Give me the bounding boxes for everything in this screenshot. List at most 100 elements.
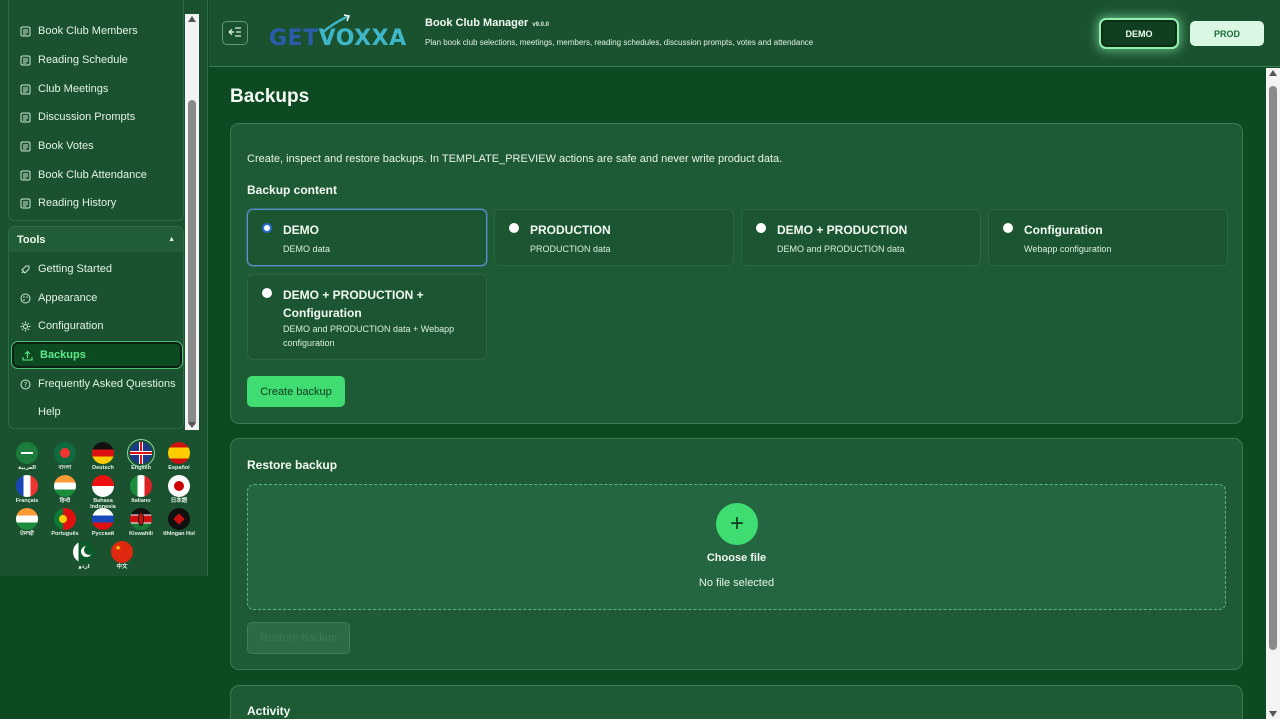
radio-unselected[interactable] [262, 288, 272, 298]
app-title: Book Club Manager v9.0.0 [425, 17, 549, 29]
sidebar-item-book-club-members[interactable]: Book Club Members [19, 20, 138, 42]
restore-heading: Restore backup [247, 458, 338, 472]
radio-unselected[interactable] [1003, 223, 1013, 233]
app-version: v9.0.0 [532, 22, 549, 28]
language-id[interactable]: Bahasa Indonesia [85, 475, 121, 510]
scrollbar-thumb[interactable] [1269, 86, 1277, 650]
italy-flag-icon [130, 475, 152, 497]
sidebar-scrollbar[interactable] [185, 14, 199, 430]
language-ru[interactable]: Русский [85, 508, 121, 537]
sidebar-item-label: Help [38, 406, 61, 418]
sidebar-item-label: Reading Schedule [38, 54, 128, 66]
option-demo[interactable]: DEMO DEMO data [247, 209, 487, 266]
sidebar-item-label: Reading History [38, 197, 117, 209]
scroll-up-arrow-icon[interactable] [1269, 70, 1277, 76]
restore-backup-button[interactable]: Restore backup [247, 622, 350, 654]
language-ar[interactable]: العربية [9, 442, 45, 471]
app-subtitle: Plan book club selections, meetings, mem… [425, 38, 814, 47]
language-es[interactable]: Español [161, 442, 197, 471]
document-icon [19, 111, 31, 123]
option-demo-production-configuration[interactable]: DEMO + PRODUCTION + Configuration DEMO a… [247, 274, 487, 360]
tools-title: Tools [17, 233, 46, 246]
sidebar-item-label: Appearance [38, 292, 98, 304]
rocket-icon [19, 263, 31, 275]
sidebar-item-faq[interactable]: ? Frequently Asked Questions [19, 373, 176, 395]
document-icon [19, 83, 31, 95]
portugal-flag-icon [54, 508, 76, 530]
language-zh[interactable]: ★ 中文 [104, 541, 140, 570]
option-label: PRODUCTION [530, 223, 611, 237]
radio-selected[interactable] [262, 223, 272, 233]
language-en[interactable]: English [123, 439, 159, 471]
sidebar-item-club-meetings[interactable]: Club Meetings [19, 78, 108, 100]
option-desc: Webapp configuration [1024, 244, 1112, 254]
sidebar-item-configuration[interactable]: Configuration [19, 315, 103, 337]
scroll-down-arrow-icon[interactable] [188, 422, 196, 428]
sidebar-item-getting-started[interactable]: Getting Started [19, 258, 112, 280]
language-pa[interactable]: ਪੰਜਾਬੀ [9, 508, 45, 537]
language-fr[interactable]: Français [9, 475, 45, 504]
klingon-emblem-icon [168, 508, 190, 530]
language-ja[interactable]: 日本語 [161, 475, 197, 504]
radio-unselected[interactable] [509, 223, 519, 233]
page-title: Backups [230, 86, 310, 107]
option-label: DEMO + PRODUCTION + Configuration [283, 288, 424, 320]
activity-heading: Activity [247, 704, 291, 718]
sidebar-item-label: Getting Started [38, 263, 112, 275]
document-icon [19, 25, 31, 37]
document-icon [19, 197, 31, 209]
file-dropzone[interactable]: + Choose file No file selected [247, 484, 1226, 610]
main-content: Backups Create, inspect and restore back… [209, 68, 1266, 719]
env-demo-button[interactable]: DEMO [1099, 18, 1179, 49]
option-demo-production[interactable]: DEMO + PRODUCTION DEMO and PRODUCTION da… [741, 209, 981, 266]
svg-text:?: ? [23, 381, 27, 389]
scroll-up-arrow-icon[interactable] [188, 16, 196, 22]
scroll-down-arrow-icon[interactable] [1269, 711, 1277, 717]
sidebar-item-discussion-prompts[interactable]: Discussion Prompts [19, 106, 135, 128]
sidebar-item-label: Book Club Attendance [38, 169, 147, 181]
option-configuration[interactable]: Configuration Webapp configuration [988, 209, 1228, 266]
sidebar-item-appearance[interactable]: Appearance [19, 287, 97, 309]
sidebar-item-book-club-attendance[interactable]: Book Club Attendance [19, 164, 147, 186]
sidebar-item-help[interactable]: Help [19, 401, 61, 423]
option-label: DEMO [283, 223, 319, 237]
sidebar-item-book-votes[interactable]: Book Votes [19, 135, 94, 157]
main-scrollbar[interactable] [1266, 68, 1280, 719]
gear-icon [19, 320, 31, 332]
app-header: GETVOXXA Book Club Manager v9.0.0 Plan bo… [209, 0, 1280, 67]
russia-flag-icon [92, 508, 114, 530]
logo-wordmark: GETVOXXA [269, 26, 407, 51]
plus-icon[interactable]: + [716, 503, 758, 545]
language-bn[interactable]: বাংলা [47, 442, 83, 471]
create-backup-button[interactable]: Create backup [247, 376, 345, 407]
chevron-up-icon: ▲ [168, 236, 175, 243]
sidebar-item-backups[interactable]: Backups [11, 341, 183, 369]
bangladesh-flag-icon [54, 442, 76, 464]
language-pt[interactable]: Português [47, 508, 83, 537]
document-icon [19, 140, 31, 152]
sidebar-item-reading-history[interactable]: Reading History [19, 192, 116, 214]
scrollbar-thumb[interactable] [188, 100, 196, 426]
choose-file-label[interactable]: Choose file [248, 552, 1225, 564]
backup-create-card: Create, inspect and restore backups. In … [230, 123, 1243, 424]
language-it[interactable]: Italiano [123, 475, 159, 504]
uk-flag-icon [127, 439, 155, 467]
sidebar-toggle-button[interactable] [222, 21, 248, 45]
language-de[interactable]: Deutsch [85, 442, 121, 471]
option-production[interactable]: PRODUCTION PRODUCTION data [494, 209, 734, 266]
sidebar-item-reading-schedule[interactable]: Reading Schedule [19, 49, 128, 71]
language-ur[interactable]: اردو [66, 541, 102, 570]
language-sw[interactable]: Kiswahili [123, 508, 159, 537]
sidebar-item-label: Frequently Asked Questions [38, 378, 176, 390]
tools-header[interactable]: Tools ▲ [9, 227, 183, 252]
sidebar-item-label: Club Meetings [38, 83, 109, 95]
radio-unselected[interactable] [756, 223, 766, 233]
backup-content-heading: Backup content [247, 183, 338, 197]
language-tlh[interactable]: tlhIngan Hol [161, 508, 197, 537]
env-prod-button[interactable]: PROD [1190, 21, 1264, 46]
option-desc: PRODUCTION data [530, 244, 611, 254]
help-circle-icon: ? [19, 378, 31, 390]
saudi-flag-icon [16, 442, 38, 464]
france-flag-icon [16, 475, 38, 497]
language-hi[interactable]: हिन्दी [47, 475, 83, 504]
